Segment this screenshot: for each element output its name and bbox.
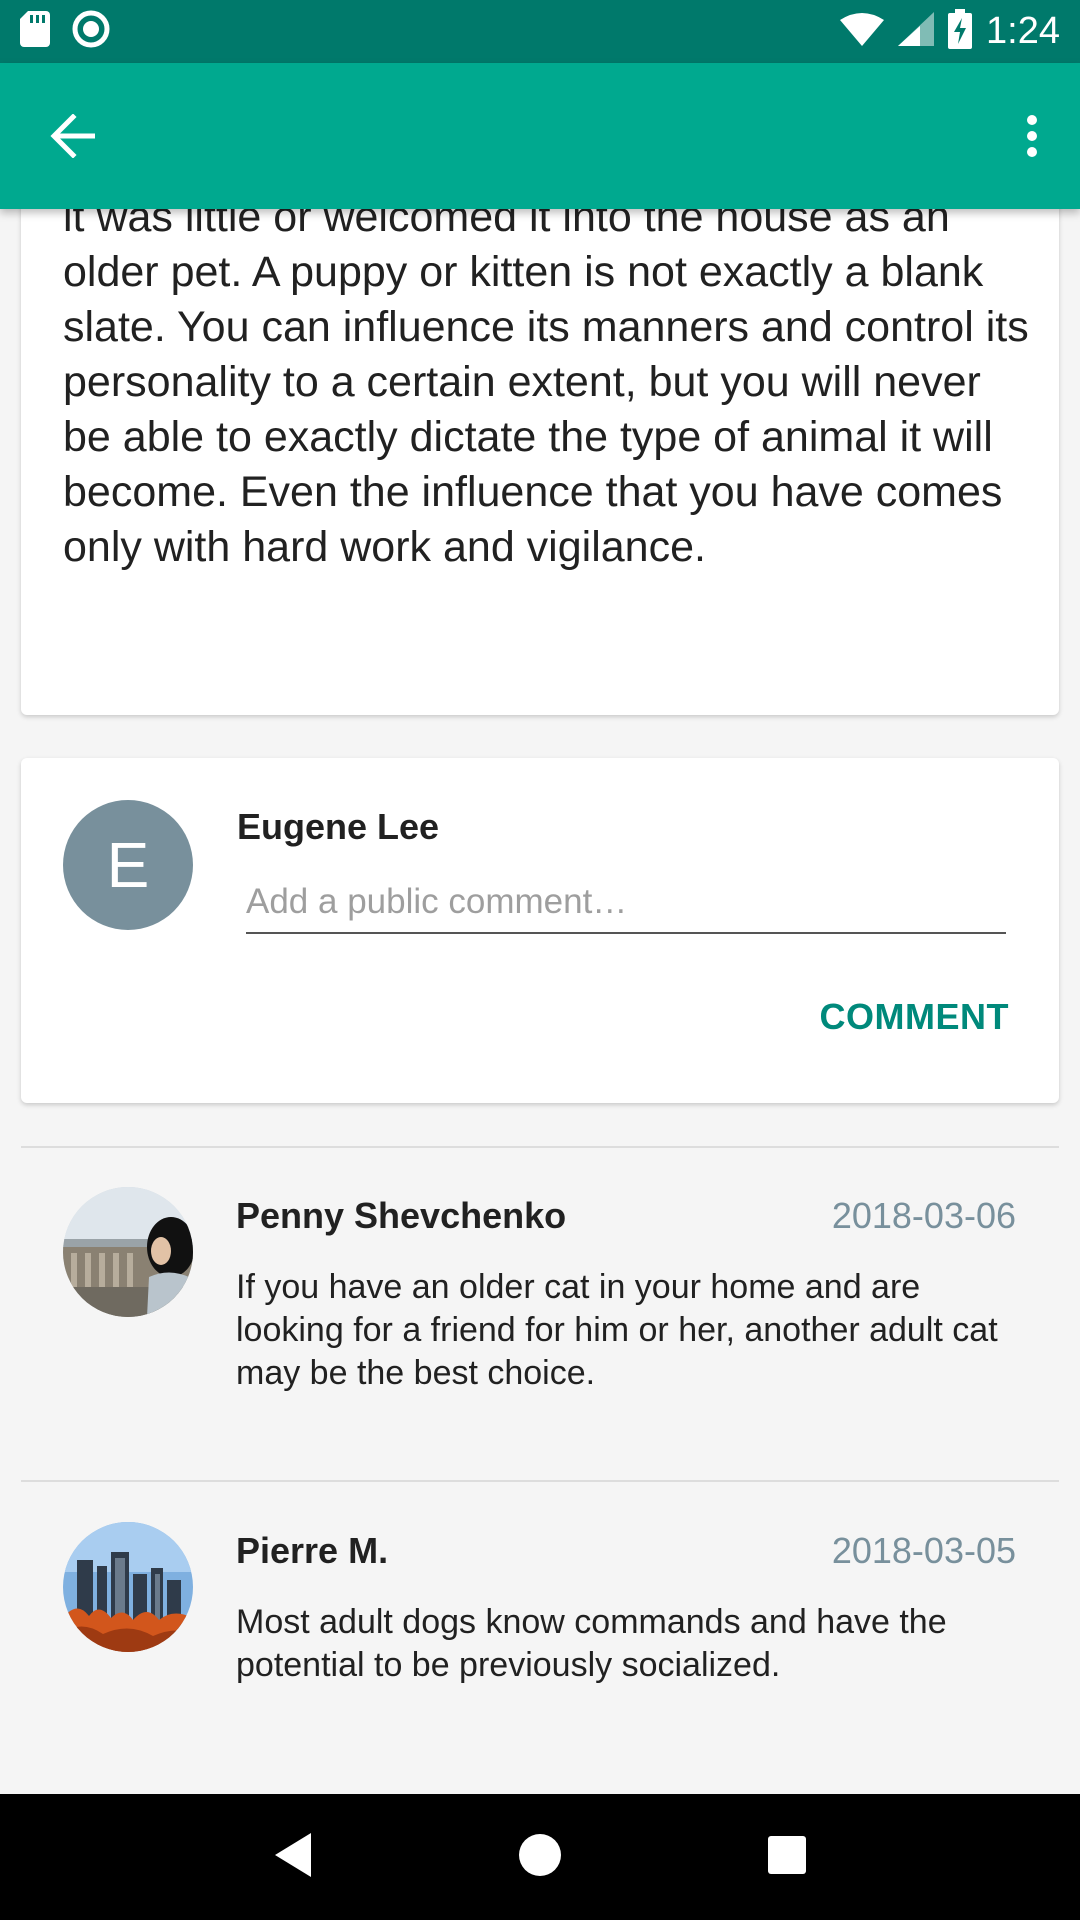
- navigation-bar: [0, 1794, 1080, 1920]
- comment-composer-card: E Eugene Lee COMMENT: [21, 758, 1059, 1103]
- status-time: 1:24: [986, 10, 1060, 52]
- divider: [21, 1480, 1059, 1482]
- comment-author[interactable]: Pierre M.: [236, 1530, 388, 1572]
- comment-item: Pierre M. 2018-03-05 Most adult dogs kno…: [0, 1522, 1080, 1752]
- comment-body: Most adult dogs know commands and have t…: [236, 1603, 947, 1684]
- nav-back-button[interactable]: [253, 1817, 333, 1897]
- back-button[interactable]: [38, 103, 108, 173]
- more-vert-icon: [1026, 114, 1038, 163]
- comment-input[interactable]: [246, 872, 1006, 934]
- avatar: E: [63, 800, 193, 930]
- commenter-avatar: [63, 1187, 193, 1317]
- arrow-back-icon: [49, 112, 97, 163]
- comment-item: Penny Shevchenko 2018-03-06 If you have …: [0, 1187, 1080, 1477]
- sync-circle-icon: [72, 10, 110, 53]
- composer-user-name: Eugene Lee: [237, 806, 440, 847]
- nav-home-button[interactable]: [500, 1817, 580, 1897]
- nav-recents-button[interactable]: [747, 1817, 827, 1897]
- comment-body: If you have an older cat in your home an…: [236, 1268, 998, 1392]
- divider: [21, 1146, 1059, 1148]
- comment-button[interactable]: COMMENT: [820, 996, 1009, 1038]
- signal-icon: [898, 12, 935, 51]
- comment-date: 2018-03-06: [831, 1195, 1016, 1236]
- recents-square-icon: [766, 1834, 808, 1881]
- commenter-avatar: [63, 1522, 193, 1652]
- back-triangle-icon: [271, 1831, 315, 1884]
- article-body: it was little or welcomed it into the ho…: [63, 193, 1029, 571]
- status-bar: 1:24: [0, 0, 1080, 63]
- app-bar: [0, 63, 1080, 209]
- wifi-icon: [840, 12, 885, 51]
- sd-card-icon: [20, 11, 50, 52]
- overflow-menu-button[interactable]: [1002, 103, 1062, 173]
- article-card: it was little or welcomed it into the ho…: [21, 180, 1059, 715]
- home-circle-icon: [517, 1832, 563, 1883]
- battery-charging-icon: [948, 9, 973, 54]
- comment-author[interactable]: Penny Shevchenko: [236, 1195, 566, 1237]
- comment-date: 2018-03-05: [831, 1530, 1016, 1571]
